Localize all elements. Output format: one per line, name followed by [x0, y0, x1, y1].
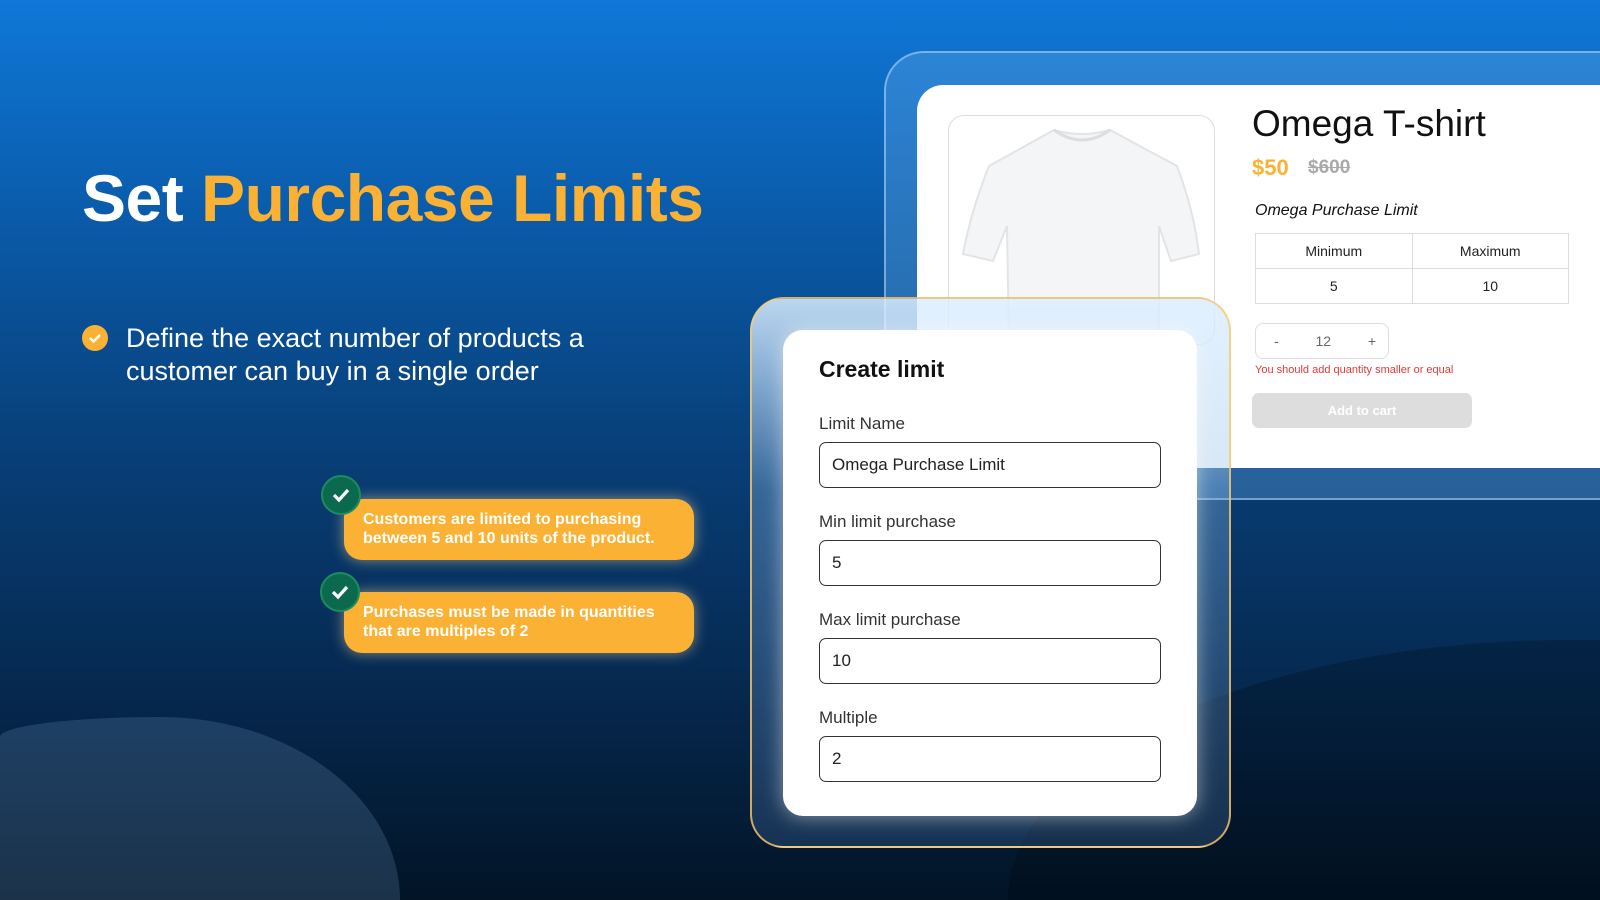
callout-text: Purchases must be made in quantities — [363, 604, 655, 621]
min-limit-input[interactable] — [819, 540, 1161, 586]
add-to-cart-button[interactable]: Add to cart — [1252, 393, 1472, 428]
decrement-button[interactable]: - — [1274, 333, 1279, 349]
bullet-text-line: customer can buy in a single order — [126, 356, 539, 386]
product-old-price: $600 — [1308, 157, 1351, 178]
callout-text: between 5 and 10 units of the product. — [363, 530, 655, 547]
table-cell: 5 — [1255, 268, 1413, 304]
callout-text: that are multiples of 2 — [363, 623, 529, 640]
callout-text: Customers are limited to purchasing — [363, 511, 642, 528]
feature-bullet: Define the exact number of products a cus… — [82, 322, 584, 388]
multiple-label: Multiple — [819, 708, 878, 727]
product-price: $50 — [1252, 155, 1289, 180]
page-title: Set Purchase Limits — [82, 160, 704, 236]
min-limit-label: Min limit purchase — [819, 512, 956, 531]
product-title: Omega T-shirt — [1252, 103, 1486, 144]
callout-multiple: Purchases must be made in quantities that… — [344, 592, 694, 653]
error-message: You should add quantity smaller or equal — [1255, 364, 1454, 376]
max-limit-input[interactable] — [819, 638, 1161, 684]
title-prefix: Set — [82, 161, 202, 235]
max-limit-label: Max limit purchase — [819, 610, 961, 629]
multiple-input[interactable] — [819, 736, 1161, 782]
check-icon — [320, 572, 360, 612]
quantity-input[interactable]: 12 — [1315, 333, 1331, 349]
table-header: Minimum — [1255, 233, 1413, 269]
quantity-stepper[interactable]: - 12 + — [1255, 323, 1389, 359]
limit-title: Omega Purchase Limit — [1255, 202, 1418, 219]
limit-table: Minimum Maximum 5 10 — [1255, 233, 1569, 304]
title-highlight: Purchase Limits — [201, 161, 704, 235]
callout-min-max: Customers are limited to purchasing betwe… — [344, 499, 694, 560]
limit-name-label: Limit Name — [819, 414, 905, 433]
table-cell: 10 — [1411, 268, 1569, 304]
limit-name-input[interactable] — [819, 442, 1161, 488]
form-title: Create limit — [819, 356, 945, 382]
check-icon — [82, 325, 108, 351]
table-header: Maximum — [1411, 233, 1569, 269]
check-icon — [321, 475, 361, 515]
bullet-text-line: Define the exact number of products a — [126, 323, 584, 353]
decor-circle — [0, 717, 400, 900]
increment-button[interactable]: + — [1368, 333, 1376, 349]
